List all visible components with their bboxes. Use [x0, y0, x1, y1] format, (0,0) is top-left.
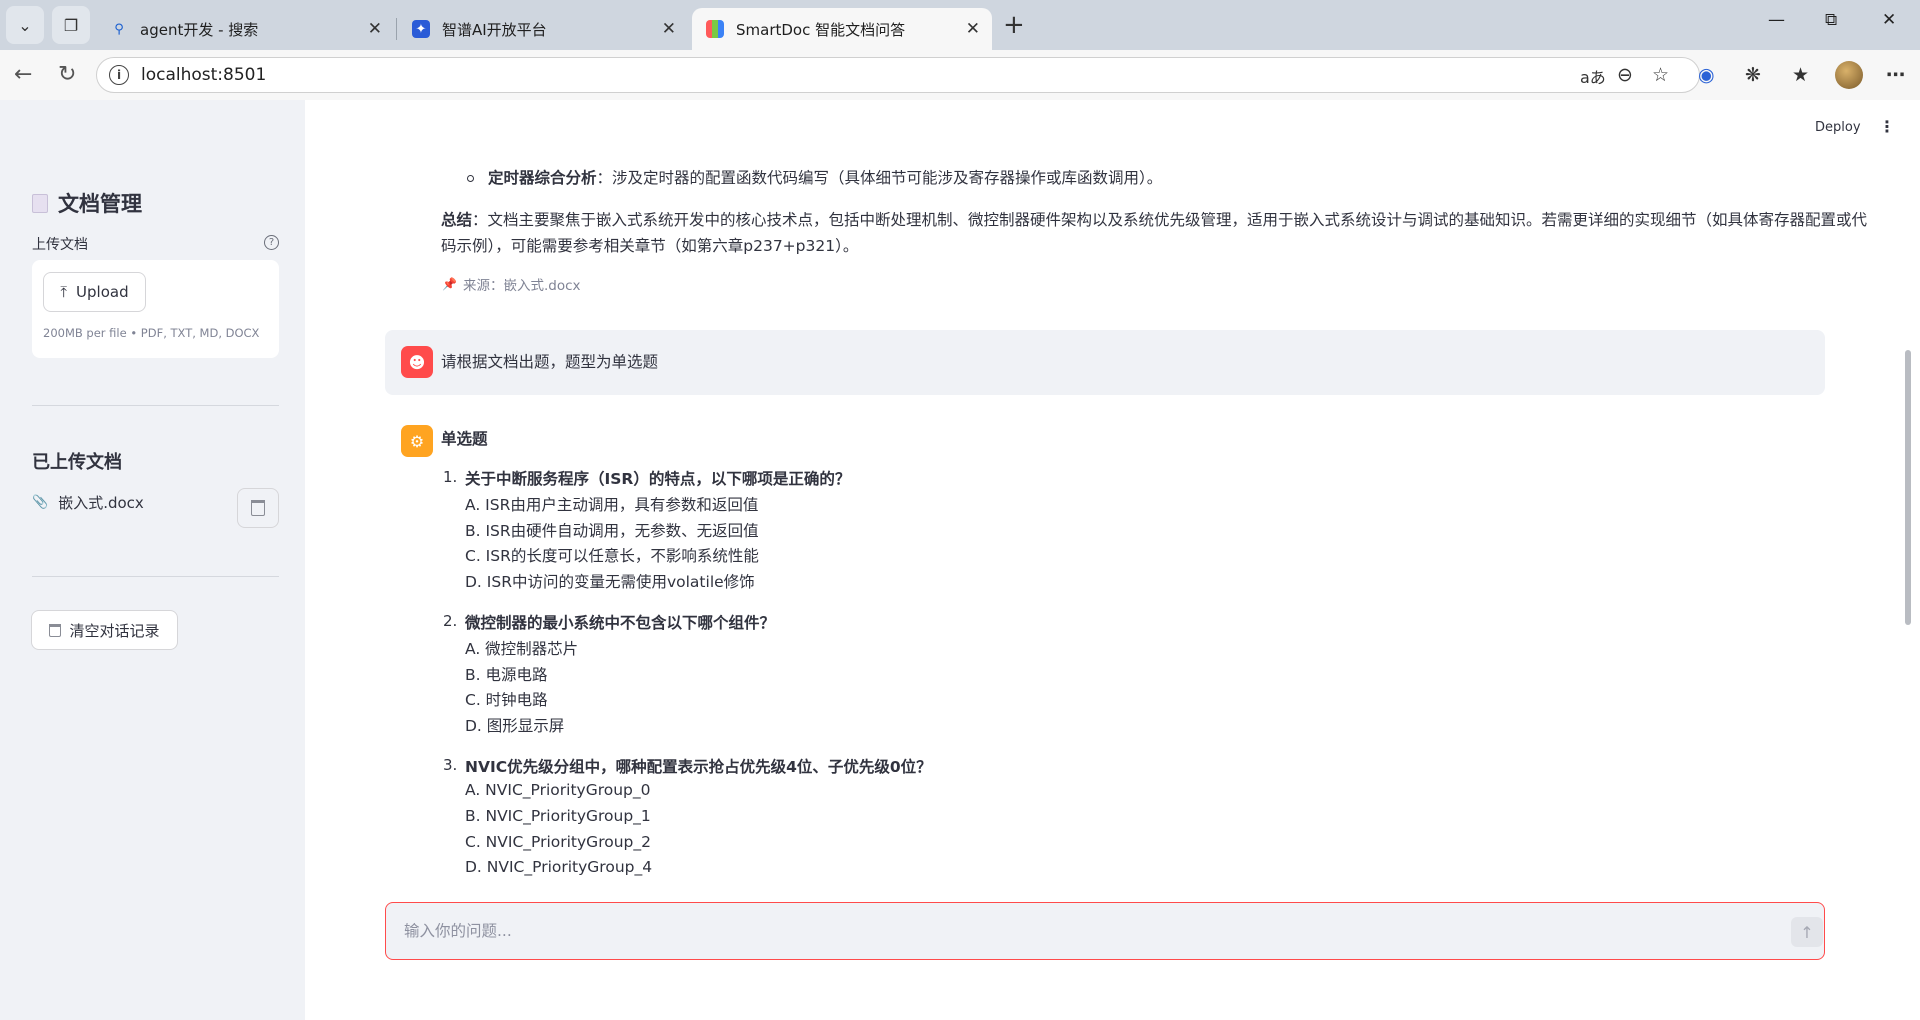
copilot-icon[interactable]: ◉: [1698, 64, 1715, 86]
question-number: 2.: [443, 612, 458, 630]
delete-file-button[interactable]: [237, 488, 279, 528]
close-icon[interactable]: ✕: [966, 19, 980, 39]
summary-text: ：文档主要聚焦于嵌入式系统开发中的核心技术点，包括中断处理机制、微控制器硬件架构…: [441, 211, 1868, 255]
refresh-icon[interactable]: ↻: [58, 62, 76, 87]
question-number: 1.: [443, 468, 458, 486]
extensions-icon[interactable]: ❋: [1745, 64, 1761, 86]
trash-icon: [251, 500, 265, 516]
main-content: Deploy ⋮ 定时器综合分析：涉及定时器的配置函数代码编写（具体细节可能涉及…: [305, 100, 1920, 1020]
user-avatar-icon: ☻: [401, 346, 433, 378]
question-option: D. 图形显示屏: [465, 717, 565, 735]
document-icon: [32, 193, 48, 213]
tab-title: agent开发 - 搜索: [140, 20, 259, 39]
zoom-out-icon[interactable]: ⊖: [1617, 64, 1633, 86]
upload-hint: 200MB per file • PDF, TXT, MD, DOCX: [43, 326, 260, 340]
divider: [32, 405, 279, 406]
bot-answer-heading: 单选题: [441, 430, 488, 448]
browser-tabbar: ⌄ ❐ ⚲ agent开发 - 搜索 ✕ ✦ 智谱AI开放平台 ✕ SmartD…: [0, 0, 1920, 50]
upload-button-label: Upload: [76, 283, 129, 301]
new-tab-plus-icon[interactable]: +: [1003, 10, 1025, 40]
favorite-star-icon[interactable]: ☆: [1652, 64, 1669, 86]
close-icon[interactable]: ✕: [368, 19, 382, 39]
question-title: NVIC优先级分组中，哪种配置表示抢占优先级4位、子优先级0位？: [465, 758, 932, 776]
question-option: D. NVIC_PriorityGroup_4: [465, 858, 653, 876]
clear-chat-label: 清空对话记录: [69, 621, 160, 640]
tab-list-chevron-icon[interactable]: ⌄: [6, 6, 44, 44]
sidebar-title: 文档管理: [32, 188, 142, 218]
question-option: A. 微控制器芯片: [465, 640, 579, 658]
question-option: B. NVIC_PriorityGroup_1: [465, 807, 651, 825]
profile-avatar[interactable]: [1835, 61, 1863, 89]
source-text: 来源：嵌入式.docx: [462, 278, 581, 294]
minimize-icon[interactable]: —: [1768, 10, 1785, 30]
back-arrow-icon[interactable]: ←: [14, 62, 32, 87]
question-option: A. NVIC_PriorityGroup_0: [465, 781, 651, 799]
streamlit-app: 文档管理 上传文档 ? ⤒ Upload 200MB per file • PD…: [0, 100, 1920, 1020]
trash-icon: [49, 623, 62, 637]
window-close-icon[interactable]: ✕: [1882, 10, 1896, 30]
bot-avatar-icon: ⚙: [401, 425, 433, 457]
favorites-list-icon[interactable]: ★: [1792, 64, 1809, 86]
tab-actions-icon[interactable]: ❐: [52, 6, 90, 44]
uploaded-file-item: 📎 嵌入式.docx: [32, 492, 144, 513]
question-title: 微控制器的最小系统中不包含以下哪个组件？: [465, 614, 776, 632]
site-info-icon[interactable]: i: [109, 65, 129, 85]
clear-chat-button[interactable]: 清空对话记录: [31, 610, 178, 650]
zhipu-logo-icon: ✦: [412, 20, 430, 38]
file-name: 嵌入式.docx: [58, 494, 144, 512]
url-field[interactable]: i localhost:8501: [96, 57, 1700, 93]
summary-heading: 总结: [441, 211, 473, 229]
sidebar: 文档管理 上传文档 ? ⤒ Upload 200MB per file • PD…: [0, 100, 305, 1020]
tab-smartdoc[interactable]: SmartDoc 智能文档问答 ✕: [692, 8, 992, 50]
upload-button[interactable]: ⤒ Upload: [43, 272, 146, 312]
send-arrow-icon[interactable]: ↑: [1791, 917, 1823, 947]
tab-title: SmartDoc 智能文档问答: [736, 20, 906, 39]
question-option: B. 电源电路: [465, 666, 548, 684]
upload-label: 上传文档: [32, 237, 88, 253]
smartdoc-logo-icon: [706, 20, 724, 38]
chat-input[interactable]: [404, 915, 1784, 947]
restore-icon[interactable]: ⧉: [1825, 10, 1837, 30]
address-bar-row: ← ↻ i localhost:8501 aあ ⊖ ☆ ◉ ❋ ★ ⋯: [0, 50, 1920, 100]
close-icon[interactable]: ✕: [662, 19, 676, 39]
question-number: 3.: [443, 756, 458, 774]
user-message-text: 请根据文档出题，题型为单选题: [441, 353, 659, 371]
question-option: C. ISR的长度可以任意长，不影响系统性能: [465, 547, 759, 565]
upload-icon: ⤒: [60, 283, 68, 301]
question-option: C. NVIC_PriorityGroup_2: [465, 833, 651, 851]
tab-search[interactable]: ⚲ agent开发 - 搜索 ✕: [96, 8, 394, 50]
deploy-button[interactable]: Deploy: [1815, 120, 1861, 135]
sidebar-title-text: 文档管理: [58, 192, 142, 216]
divider: [32, 576, 279, 577]
scrollbar[interactable]: [1905, 350, 1911, 625]
answer-bullet: 定时器综合分析：涉及定时器的配置函数代码编写（具体细节可能涉及寄存器操作或库函数…: [488, 165, 1162, 191]
bullet-text: ：涉及定时器的配置函数代码编写（具体细节可能涉及寄存器操作或库函数调用）。: [596, 169, 1163, 187]
question-option: A. ISR由用户主动调用，具有参数和返回值: [465, 496, 759, 514]
paperclip-icon: 📎: [32, 495, 49, 510]
pushpin-icon: 📌: [442, 277, 457, 291]
tab-title: 智谱AI开放平台: [442, 20, 547, 39]
more-menu-icon[interactable]: ⋯: [1886, 64, 1905, 86]
question-option: C. 时钟电路: [465, 691, 548, 709]
bullet-heading: 定时器综合分析: [488, 169, 597, 187]
user-message: ☻ 请根据文档出题，题型为单选题: [385, 330, 1825, 395]
chat-input-box: ↑: [385, 902, 1825, 960]
help-icon[interactable]: ?: [264, 235, 279, 250]
answer-summary: 总结：文档主要聚焦于嵌入式系统开发中的核心技术点，包括中断处理机制、微控制器硬件…: [441, 207, 1881, 259]
url-text: localhost:8501: [141, 65, 267, 85]
answer-source: 📌 来源：嵌入式.docx: [442, 274, 581, 294]
question-option: D. ISR中访问的变量无需使用volatile修饰: [465, 573, 755, 591]
bullet-circle: [467, 175, 474, 182]
file-dropzone[interactable]: ⤒ Upload 200MB per file • PDF, TXT, MD, …: [32, 260, 279, 358]
question-option: B. ISR由硬件自动调用，无参数、无返回值: [465, 522, 759, 540]
question-title: 关于中断服务程序（ISR）的特点，以下哪项是正确的？: [465, 470, 851, 488]
uploaded-docs-title: 已上传文档: [32, 452, 122, 473]
search-icon: ⚲: [114, 21, 124, 37]
read-aloud-icon[interactable]: aあ: [1580, 64, 1606, 88]
main-menu-icon[interactable]: ⋮: [1879, 117, 1895, 136]
tab-zhipu[interactable]: ✦ 智谱AI开放平台 ✕: [398, 8, 688, 50]
